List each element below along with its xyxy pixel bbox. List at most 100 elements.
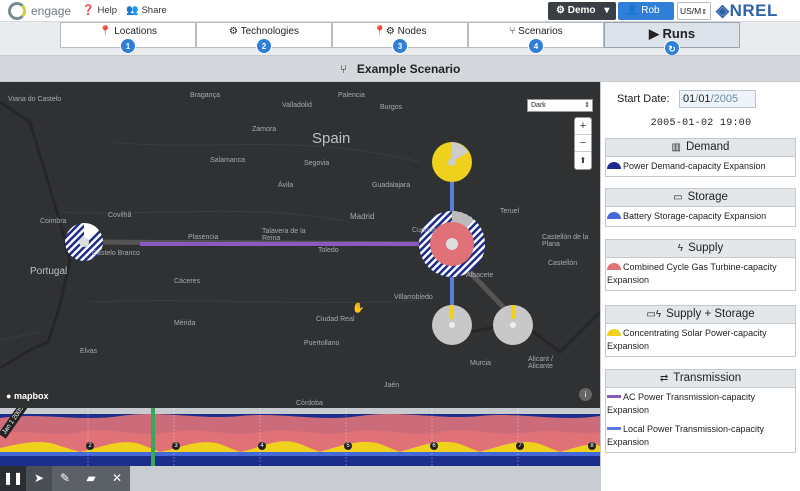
question-circle-icon: ❓ <box>82 5 95 16</box>
map-label-place: Mérida <box>174 320 196 327</box>
legend-group-supply: ϟ Supply Combined Cycle Gas Turbine-capac… <box>605 239 796 291</box>
tab-locations[interactable]: 📍 Locations 1 <box>60 22 196 54</box>
chevron-down-icon: ⇕ <box>584 102 590 109</box>
eraser-tool-button[interactable]: ▰ <box>78 466 104 491</box>
legend-group-header: ▭ϟ Supply + Storage <box>606 306 795 324</box>
brand-name[interactable]: engage <box>31 4 71 18</box>
demo-dropdown-button[interactable]: ⚙ Demo ▾ <box>548 2 616 20</box>
chevron-down-icon: ⇕ <box>701 9 708 16</box>
map-label-place: Bragança <box>190 92 220 99</box>
map-label-country: Portugal <box>30 266 68 277</box>
map-label-place: Cáceres <box>174 278 201 285</box>
step-number-badge: 2 <box>256 38 272 54</box>
timeline-day-mark: 7 <box>516 442 524 450</box>
tab-scenarios[interactable]: ⑂ Scenarios 4 <box>468 22 604 54</box>
info-icon[interactable]: i <box>579 388 592 401</box>
legend-group-header: ▭ Storage <box>606 189 795 207</box>
user-dropdown-button[interactable]: 👤 Rob ▾ <box>618 2 674 34</box>
node-north[interactable] <box>432 142 472 182</box>
units-select[interactable]: US/M⇕ <box>677 2 711 20</box>
map-label-place: Ávila <box>278 182 294 189</box>
map-label-place: Zamora <box>252 126 277 133</box>
legend-item[interactable]: Concentrating Solar Power-capacity Expan… <box>606 324 795 356</box>
pencil-tool-button[interactable]: ✎ <box>52 466 78 491</box>
legend-group-header: ⇄ Transmission <box>606 370 795 388</box>
node-south-2[interactable] <box>493 305 533 345</box>
timeline-day-mark: 3 <box>172 442 180 450</box>
step-number-badge: 4 <box>528 38 544 54</box>
legend-swatch <box>607 395 621 398</box>
share-link[interactable]: 👥 Share <box>126 5 167 16</box>
legend-item[interactable]: AC Power Transmission-capacity Expansion <box>606 388 795 420</box>
start-date-label: Start Date: <box>617 93 670 105</box>
pause-button[interactable]: ❚❚ <box>0 466 26 491</box>
battery-bolt-icon: ▭ϟ <box>646 309 662 320</box>
map-label-place: Burgos <box>380 104 403 111</box>
map-view[interactable]: Spain Portugal Viana do Castelo Bragança… <box>0 82 600 408</box>
map-label-place: Murcia <box>470 360 492 367</box>
zoom-out-button[interactable]: − <box>575 135 591 152</box>
compass-reset-button[interactable]: ⬆ <box>575 152 591 169</box>
legend-group-storage: ▭ Storage Battery Storage-capacity Expans… <box>605 188 796 227</box>
scenario-title: Example Scenario <box>356 62 461 76</box>
pointer-tool-button[interactable]: ➤ <box>26 466 52 491</box>
tab-nodes[interactable]: 📍⚙ Nodes 3 <box>332 22 468 54</box>
results-panel: Start Date: 01/01/2005 2005-01-02 19:00 … <box>600 82 800 491</box>
tab-runs[interactable]: ▶ Runs ↻ <box>604 22 740 56</box>
refresh-icon: ↻ <box>664 40 680 56</box>
legend-item[interactable]: Combined Cycle Gas Turbine-capacity Expa… <box>606 258 795 290</box>
building-icon: ▥ <box>671 142 681 153</box>
map-label-place: Plasencia <box>188 234 219 241</box>
map-label-place: Castellón <box>548 260 578 267</box>
map-label-place: Coimbra <box>40 218 67 225</box>
timeline-current-marker[interactable] <box>151 408 155 466</box>
scenario-title-bar: ⑂ Example Scenario <box>0 55 800 82</box>
legend-group-supply-storage: ▭ϟ Supply + Storage Concentrating Solar P… <box>605 305 796 357</box>
mapbox-logo[interactable]: ● mapbox <box>6 391 48 401</box>
engage-logo-icon <box>8 2 26 20</box>
legend-item[interactable]: Battery Storage-capacity Expansion <box>606 207 795 226</box>
legend-group-demand: ▥ Demand Power Demand-capacity Expansion <box>605 138 796 177</box>
map-label-place: Alicant / Alicante <box>528 356 553 370</box>
legend-item[interactable]: Local Power Transmission-capacity Expans… <box>606 420 795 452</box>
hand-cursor-icon: ✋ <box>352 303 365 314</box>
map-label-place: Segovia <box>304 160 330 167</box>
map-label-place: Talavera de la Reina <box>262 228 306 242</box>
legend-swatch <box>607 162 621 169</box>
node-south-1[interactable] <box>432 305 472 345</box>
caret-down-icon: ▾ <box>604 5 610 16</box>
legend-swatch <box>607 212 621 219</box>
map-label-place: Elvas <box>80 348 98 355</box>
map-label-place: Palencia <box>338 92 365 99</box>
map-label-place: Castellón de la Plana <box>542 234 589 248</box>
nrel-logo: ◈NREL <box>716 1 778 20</box>
map-label-place: Córdoba <box>296 400 323 407</box>
map-label-place: Valladolid <box>282 102 312 109</box>
help-link[interactable]: ❓ Help <box>82 5 117 16</box>
timeline-chart[interactable]: Jan 1 2005 2 3 4 5 6 7 8 <box>0 408 600 466</box>
map-zoom-controls: + − ⬆ <box>574 117 592 170</box>
timeline-day-mark: 5 <box>344 442 352 450</box>
map-label-place: Salamanca <box>210 157 246 164</box>
start-date-input[interactable]: 01/01/2005 <box>679 90 756 108</box>
tab-technologies[interactable]: ⚙ Technologies 2 <box>196 22 332 54</box>
legend-item[interactable]: Power Demand-capacity Expansion <box>606 157 795 176</box>
zoom-in-button[interactable]: + <box>575 118 591 135</box>
timeline-toolbar: ❚❚ ➤ ✎ ▰ ✕ <box>0 466 600 491</box>
legend-group-header: ▥ Demand <box>606 139 795 157</box>
bolt-icon: ϟ <box>677 243 684 254</box>
clear-tool-button[interactable]: ✕ <box>104 466 130 491</box>
users-icon: 👥 <box>126 5 139 16</box>
map-label-place: Villarrobledo <box>394 294 433 301</box>
map-canvas <box>0 82 600 408</box>
legend-swatch <box>607 263 621 270</box>
map-label-place: Jaén <box>384 382 400 389</box>
map-label-place: Teruel <box>500 208 520 215</box>
step-number-badge: 3 <box>392 38 408 54</box>
node-madrid[interactable] <box>419 211 485 277</box>
battery-icon: ▭ <box>673 192 683 203</box>
current-time-readout: 2005-01-02 19:00 <box>650 118 752 129</box>
legend-swatch <box>607 427 621 430</box>
map-style-select[interactable]: Dark ⇕ <box>527 99 593 112</box>
map-label-place: Guadalajara <box>372 182 411 189</box>
